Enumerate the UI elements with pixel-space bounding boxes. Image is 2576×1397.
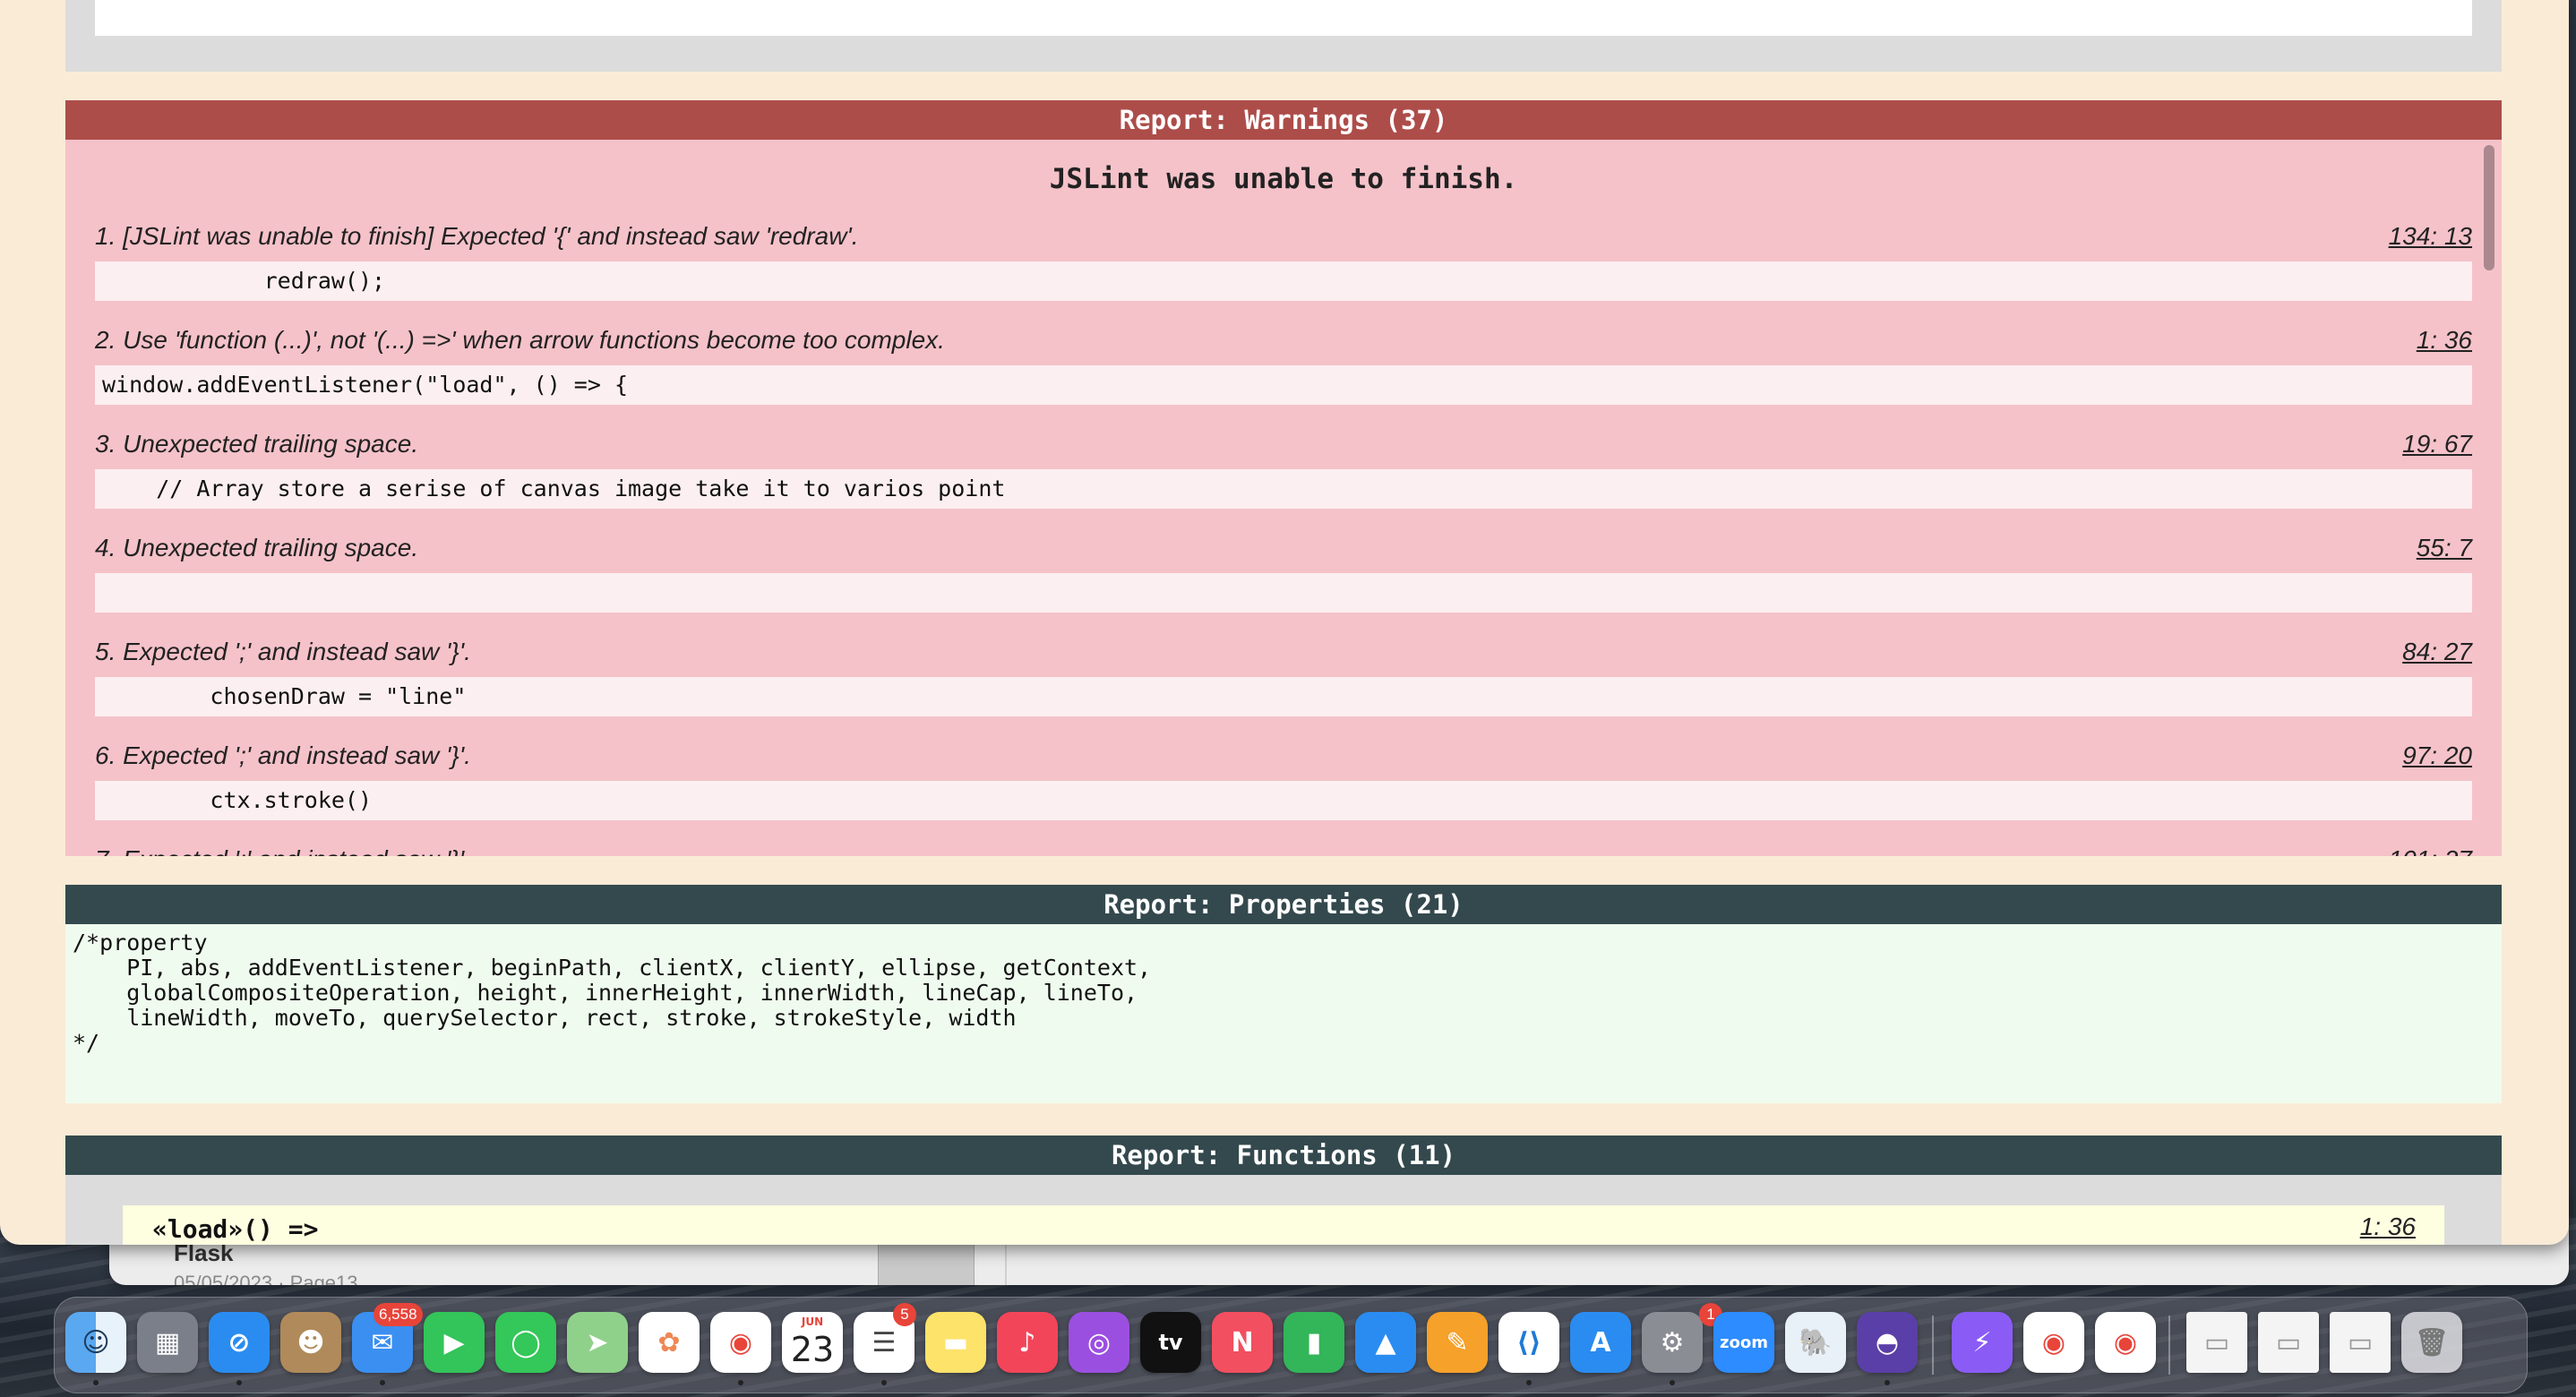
facetime-icon[interactable]: ▶ bbox=[424, 1312, 485, 1373]
news-icon[interactable]: N bbox=[1212, 1312, 1273, 1373]
function-location-link[interactable]: 1: 36 bbox=[2360, 1213, 2416, 1241]
app-store-icon[interactable]: A bbox=[1570, 1312, 1631, 1373]
messenger-icon[interactable]: ⚡ bbox=[1952, 1312, 2013, 1373]
warning-message: 6. Expected ';' and instead saw '}'. bbox=[95, 741, 471, 769]
warning-code: // Array store a serise of canvas image … bbox=[95, 469, 2472, 509]
running-indicator bbox=[380, 1380, 385, 1385]
document-icon[interactable]: ▭ bbox=[2186, 1312, 2247, 1373]
warning-message: 5. Expected ';' and instead saw '}'. bbox=[95, 638, 471, 665]
podcasts-icon[interactable]: ◎ bbox=[1069, 1312, 1129, 1373]
warnings-title: JSLint was unable to finish. bbox=[1049, 163, 1518, 195]
warning-code bbox=[95, 573, 2472, 613]
background-window-thumbnail bbox=[878, 1243, 975, 1285]
warning-code: window.addEventListener("load", () => { bbox=[95, 365, 2472, 405]
warning-location-link[interactable]: 134: 13 bbox=[2389, 222, 2472, 251]
numbers-icon[interactable]: ▮ bbox=[1284, 1312, 1344, 1373]
postgres-icon[interactable]: 🐘 bbox=[1785, 1312, 1846, 1373]
vscode-icon[interactable]: ⟨⟩ bbox=[1498, 1312, 1559, 1373]
screenshot-icon[interactable]: ▭ bbox=[2258, 1312, 2319, 1373]
mail-badge: 6,558 bbox=[374, 1303, 423, 1326]
warnings-header: Report: Warnings (37) bbox=[65, 100, 2502, 140]
running-indicator bbox=[1885, 1380, 1890, 1385]
reminders-badge: 5 bbox=[893, 1303, 916, 1326]
previous-report-content bbox=[95, 0, 2472, 36]
github-icon[interactable]: ◓ bbox=[1857, 1312, 1918, 1373]
trash-icon[interactable]: 🗑 bbox=[2401, 1312, 2462, 1373]
chrome-icon[interactable]: ◉ bbox=[2023, 1312, 2084, 1373]
warning-code: chosenDraw = "line" bbox=[95, 677, 2472, 716]
running-indicator bbox=[738, 1380, 743, 1385]
functions-header: Report: Functions (11) bbox=[65, 1136, 2502, 1175]
warning-location-link[interactable]: 55: 7 bbox=[2417, 534, 2472, 562]
dock-separator bbox=[1932, 1316, 1934, 1375]
warning-message: 3. Unexpected trailing space. bbox=[95, 430, 419, 458]
finder-icon[interactable]: ☺ bbox=[65, 1312, 126, 1373]
music-icon[interactable]: ♪ bbox=[997, 1312, 1058, 1373]
warning-location-link[interactable]: 84: 27 bbox=[2402, 638, 2472, 666]
safari-icon[interactable]: ⊘ bbox=[209, 1312, 270, 1373]
launchpad-icon[interactable]: ▦ bbox=[137, 1312, 198, 1373]
contacts-icon[interactable]: ☻ bbox=[280, 1312, 341, 1373]
running-indicator bbox=[1526, 1380, 1532, 1385]
warning-message: 7. Expected ';' and instead saw '}'. bbox=[95, 845, 471, 856]
background-window-subtitle: 05/05/2023 · Page13 bbox=[174, 1272, 358, 1285]
running-indicator bbox=[1670, 1380, 1675, 1385]
warnings-panel[interactable]: JSLint was unable to finish. 1. [JSLint … bbox=[65, 140, 2502, 856]
warning-code: redraw(); bbox=[95, 261, 2472, 301]
browser-window: Report: Warnings (37) JSLint was unable … bbox=[0, 0, 2569, 1245]
warning-code: ctx.stroke() bbox=[95, 781, 2472, 820]
warning-message: 2. Use 'function (...)', not '(...) =>' … bbox=[95, 326, 945, 354]
running-indicator bbox=[236, 1380, 242, 1385]
calendar-day: 23 bbox=[790, 1330, 835, 1369]
running-indicator bbox=[881, 1380, 887, 1385]
background-window-divider bbox=[1005, 1243, 1007, 1285]
properties-header: Report: Properties (21) bbox=[65, 885, 2502, 924]
keynote-icon[interactable]: ▲ bbox=[1355, 1312, 1416, 1373]
photos-icon[interactable]: ✿ bbox=[639, 1312, 700, 1373]
messages-icon[interactable]: ◯ bbox=[495, 1312, 556, 1373]
properties-code: /*property PI, abs, addEventListener, be… bbox=[65, 924, 2502, 1103]
chrome-icon[interactable]: ◉ bbox=[2095, 1312, 2156, 1373]
running-indicator bbox=[93, 1380, 99, 1385]
function-name: «load»() => bbox=[152, 1214, 319, 1244]
dock-separator bbox=[2168, 1316, 2170, 1375]
chrome-icon[interactable]: ◉ bbox=[710, 1312, 771, 1373]
warning-location-link[interactable]: 1: 36 bbox=[2417, 326, 2472, 355]
calendar-icon[interactable]: JUN 23 bbox=[782, 1312, 843, 1373]
warning-message: 4. Unexpected trailing space. bbox=[95, 534, 419, 561]
pages-icon[interactable]: ✎ bbox=[1427, 1312, 1488, 1373]
system-settings-icon[interactable]: ⚙ bbox=[1642, 1312, 1703, 1373]
notes-icon[interactable]: ▬ bbox=[925, 1312, 986, 1373]
downloads-icon[interactable]: ▭ bbox=[2330, 1312, 2391, 1373]
maps-icon[interactable]: ➤ bbox=[567, 1312, 628, 1373]
zoom-icon[interactable]: zoom bbox=[1713, 1312, 1774, 1373]
previous-report-section bbox=[65, 0, 2502, 72]
warning-location-link[interactable]: 101: 27 bbox=[2389, 845, 2472, 856]
warning-location-link[interactable]: 97: 20 bbox=[2402, 741, 2472, 770]
warning-location-link[interactable]: 19: 67 bbox=[2402, 430, 2472, 459]
appletv-icon[interactable]: tv bbox=[1140, 1312, 1201, 1373]
dock: ☺ ▦ ⊘ ☻ ✉ 6,558 ▶ ◯ ➤ ✿ ◉ JUN 23 ☰ 5 ▬ ♪… bbox=[54, 1297, 2528, 1393]
warning-message: 1. [JSLint was unable to finish] Expecte… bbox=[95, 222, 859, 250]
calendar-month: JUN bbox=[801, 1316, 824, 1328]
function-item: «load»() => 1: 36 bbox=[123, 1205, 2444, 1245]
warnings-scrollbar[interactable] bbox=[2484, 145, 2494, 270]
functions-panel: «load»() => 1: 36 bbox=[65, 1175, 2502, 1245]
